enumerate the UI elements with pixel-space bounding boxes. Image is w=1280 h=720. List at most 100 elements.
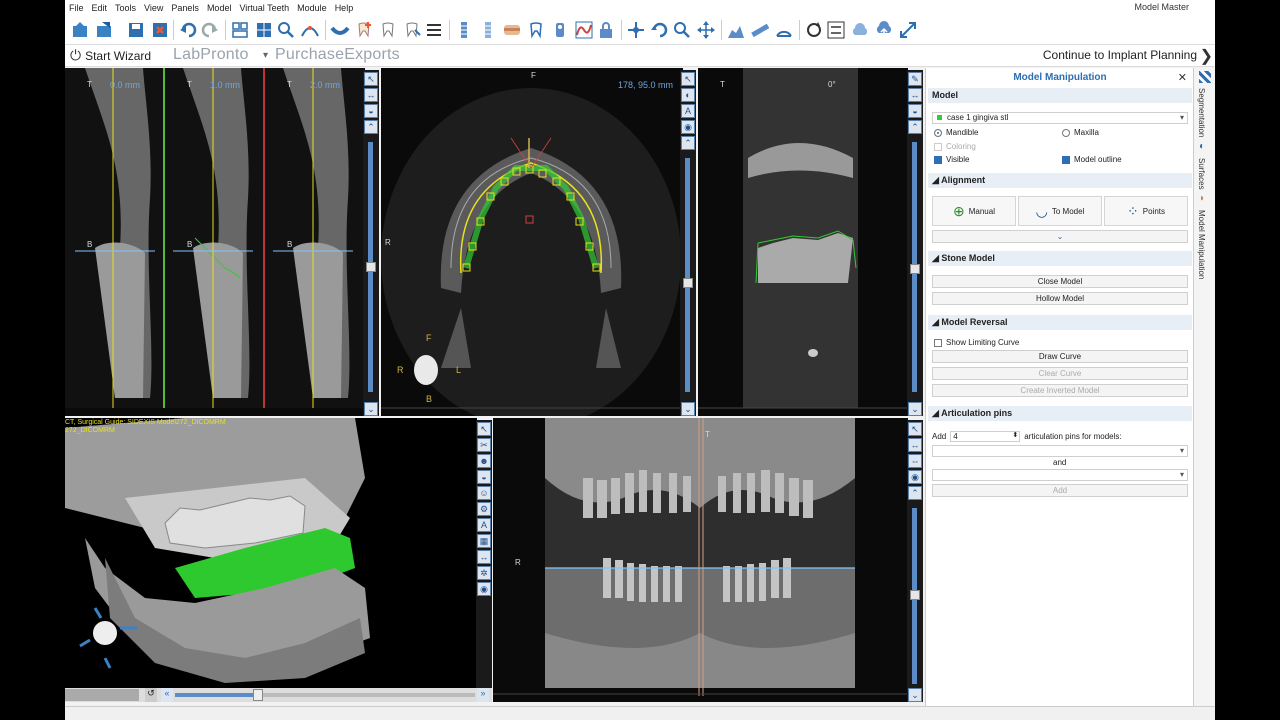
segment-icon[interactable]: ◐: [681, 88, 695, 102]
camera-icon[interactable]: ◉: [477, 582, 491, 596]
tab-model-manipulation[interactable]: Model Manipulation: [1197, 210, 1206, 279]
points-align-button[interactable]: ⁘ Points: [1104, 196, 1188, 226]
align-icon[interactable]: ⇔: [908, 454, 922, 468]
menu-edit[interactable]: Edit: [88, 3, 112, 13]
list-icon[interactable]: [423, 19, 445, 41]
histogram-icon[interactable]: [725, 19, 747, 41]
tooth-add-icon[interactable]: [353, 19, 375, 41]
implant2-icon[interactable]: [477, 19, 499, 41]
model-outline-checkbox-box[interactable]: [1062, 155, 1070, 164]
text-annotation-icon[interactable]: A: [477, 518, 491, 532]
grid-icon[interactable]: ▦: [477, 534, 491, 548]
arch-icon[interactable]: [329, 19, 351, 41]
chevron-up-icon[interactable]: ⌃: [908, 486, 922, 500]
axial-slice-slider[interactable]: [685, 158, 690, 392]
face-icon[interactable]: ☺: [477, 486, 491, 500]
pins-model-select-2[interactable]: [932, 469, 1188, 481]
close-icon[interactable]: ✕: [1178, 71, 1187, 84]
nerve-icon[interactable]: [573, 19, 595, 41]
sagittal-slice-slider-knob[interactable]: [910, 264, 920, 274]
mandible-radio[interactable]: Mandible: [934, 128, 978, 137]
maxilla-radio[interactable]: Maxilla: [1062, 128, 1099, 137]
volume-threshold-knob[interactable]: [253, 689, 263, 701]
volume-preset-select[interactable]: [65, 689, 139, 701]
measure-icon[interactable]: ↔: [477, 550, 491, 564]
cloud-upload-icon[interactable]: [873, 19, 895, 41]
chevron-down-icon[interactable]: ⌄: [908, 688, 922, 702]
rotate-icon[interactable]: [649, 19, 671, 41]
measure-icon[interactable]: ↔: [908, 438, 922, 452]
measure-icon[interactable]: ↔: [908, 88, 922, 102]
refresh-icon[interactable]: [803, 19, 825, 41]
model-select[interactable]: case 1 gingiva stl: [932, 112, 1188, 124]
cross-slice-slider-knob[interactable]: [366, 262, 376, 272]
checker-icon[interactable]: [1199, 71, 1211, 83]
measure-icon[interactable]: ↔: [364, 88, 378, 102]
move-icon[interactable]: [695, 19, 717, 41]
mandible-radio-dot[interactable]: [934, 128, 942, 137]
model-outline-checkbox[interactable]: Model outline: [1062, 155, 1122, 164]
brand-purchaseexports[interactable]: PurchaseExports: [275, 46, 400, 64]
pointer-icon[interactable]: ↖: [908, 422, 922, 436]
panoramic-view[interactable]: T R: [493, 418, 908, 702]
show-limiting-curve-checkbox[interactable]: Show Limiting Curve: [934, 338, 1019, 347]
model-reversal-section-header[interactable]: ◢ Model Reversal: [928, 315, 1192, 330]
chevron-up-icon[interactable]: ⌃: [364, 120, 378, 134]
brand-dropdown-icon[interactable]: ▾: [263, 50, 268, 61]
menu-virtual-teeth[interactable]: Virtual Teeth: [235, 3, 293, 13]
articulation-pins-section-header[interactable]: ◢ Articulation pins: [928, 406, 1192, 421]
cut-icon[interactable]: ✂: [477, 438, 491, 452]
text-annotation-icon[interactable]: A: [681, 104, 695, 118]
angle-icon[interactable]: [773, 19, 795, 41]
arch-icon[interactable]: ◒: [477, 470, 491, 484]
tab-surfaces[interactable]: Surfaces: [1197, 158, 1206, 190]
alignment-section-header[interactable]: ◢ Alignment: [928, 173, 1192, 188]
tooth-icon[interactable]: [377, 19, 399, 41]
tooth-outline-icon[interactable]: [525, 19, 547, 41]
clear-curve-button[interactable]: Clear Curve: [932, 367, 1188, 380]
coloring-checkbox-box[interactable]: [934, 142, 942, 151]
axial-view[interactable]: 178, 95.0 mm F R R L F B: [381, 68, 683, 416]
chevron-left-icon[interactable]: «: [161, 688, 173, 702]
curve-icon[interactable]: [299, 19, 321, 41]
chevron-right-icon[interactable]: »: [477, 688, 489, 702]
continue-implant-planning-button[interactable]: Continue to Implant Planning: [1043, 48, 1197, 62]
cloud-icon[interactable]: [849, 19, 871, 41]
manual-align-button[interactable]: ⊕ Manual: [932, 196, 1016, 226]
pano-slice-slider-knob[interactable]: [910, 590, 920, 600]
menu-model[interactable]: Model: [203, 3, 236, 13]
pointer-icon[interactable]: ↖: [681, 72, 695, 86]
sleeve-icon[interactable]: [549, 19, 571, 41]
pointer-icon[interactable]: ↖: [477, 422, 491, 436]
skull-icon[interactable]: ☻: [477, 454, 491, 468]
alignment-expand-button[interactable]: ⌄: [932, 230, 1188, 243]
axial-slice-slider-knob[interactable]: [683, 278, 693, 288]
menu-panels[interactable]: Panels: [167, 3, 203, 13]
tooth-edit-icon[interactable]: [401, 19, 423, 41]
chevron-up-icon[interactable]: ⌃: [681, 136, 695, 150]
menu-tools[interactable]: Tools: [111, 3, 140, 13]
pencil-icon[interactable]: ✎: [908, 72, 922, 86]
mouth-icon[interactable]: ◒: [908, 104, 922, 118]
ruler-icon[interactable]: [749, 19, 771, 41]
guide-icon[interactable]: [501, 19, 523, 41]
to-model-align-button[interactable]: ◡ To Model: [1018, 196, 1102, 226]
menu-file[interactable]: File: [65, 3, 88, 13]
chevron-down-icon[interactable]: ⌄: [681, 402, 695, 416]
zoom-icon[interactable]: [671, 19, 693, 41]
menu-help[interactable]: Help: [331, 3, 358, 13]
show-limiting-curve-box[interactable]: [934, 338, 942, 347]
open-icon[interactable]: [69, 19, 91, 41]
start-wizard-button[interactable]: ⏻ Start Wizard: [70, 47, 151, 64]
cross-section-views[interactable]: T 0.0 mm B T 1.0 mm B T 2.0 mm B: [65, 68, 365, 416]
redo-icon[interactable]: [199, 19, 221, 41]
model-section-header[interactable]: Model: [928, 88, 1192, 103]
visible-checkbox[interactable]: Visible: [934, 155, 969, 164]
volume-3d-view[interactable]: CT, Surgical Guide: SIDEXIS Model272_DIC…: [65, 418, 477, 688]
grid-icon[interactable]: [253, 19, 275, 41]
chevron-down-icon[interactable]: ⌄: [364, 402, 378, 416]
settings-icon[interactable]: ✲: [477, 566, 491, 580]
fullscreen-icon[interactable]: [897, 19, 919, 41]
surfaces-icon[interactable]: ◐: [1199, 141, 1205, 152]
layout-icon[interactable]: [229, 19, 251, 41]
